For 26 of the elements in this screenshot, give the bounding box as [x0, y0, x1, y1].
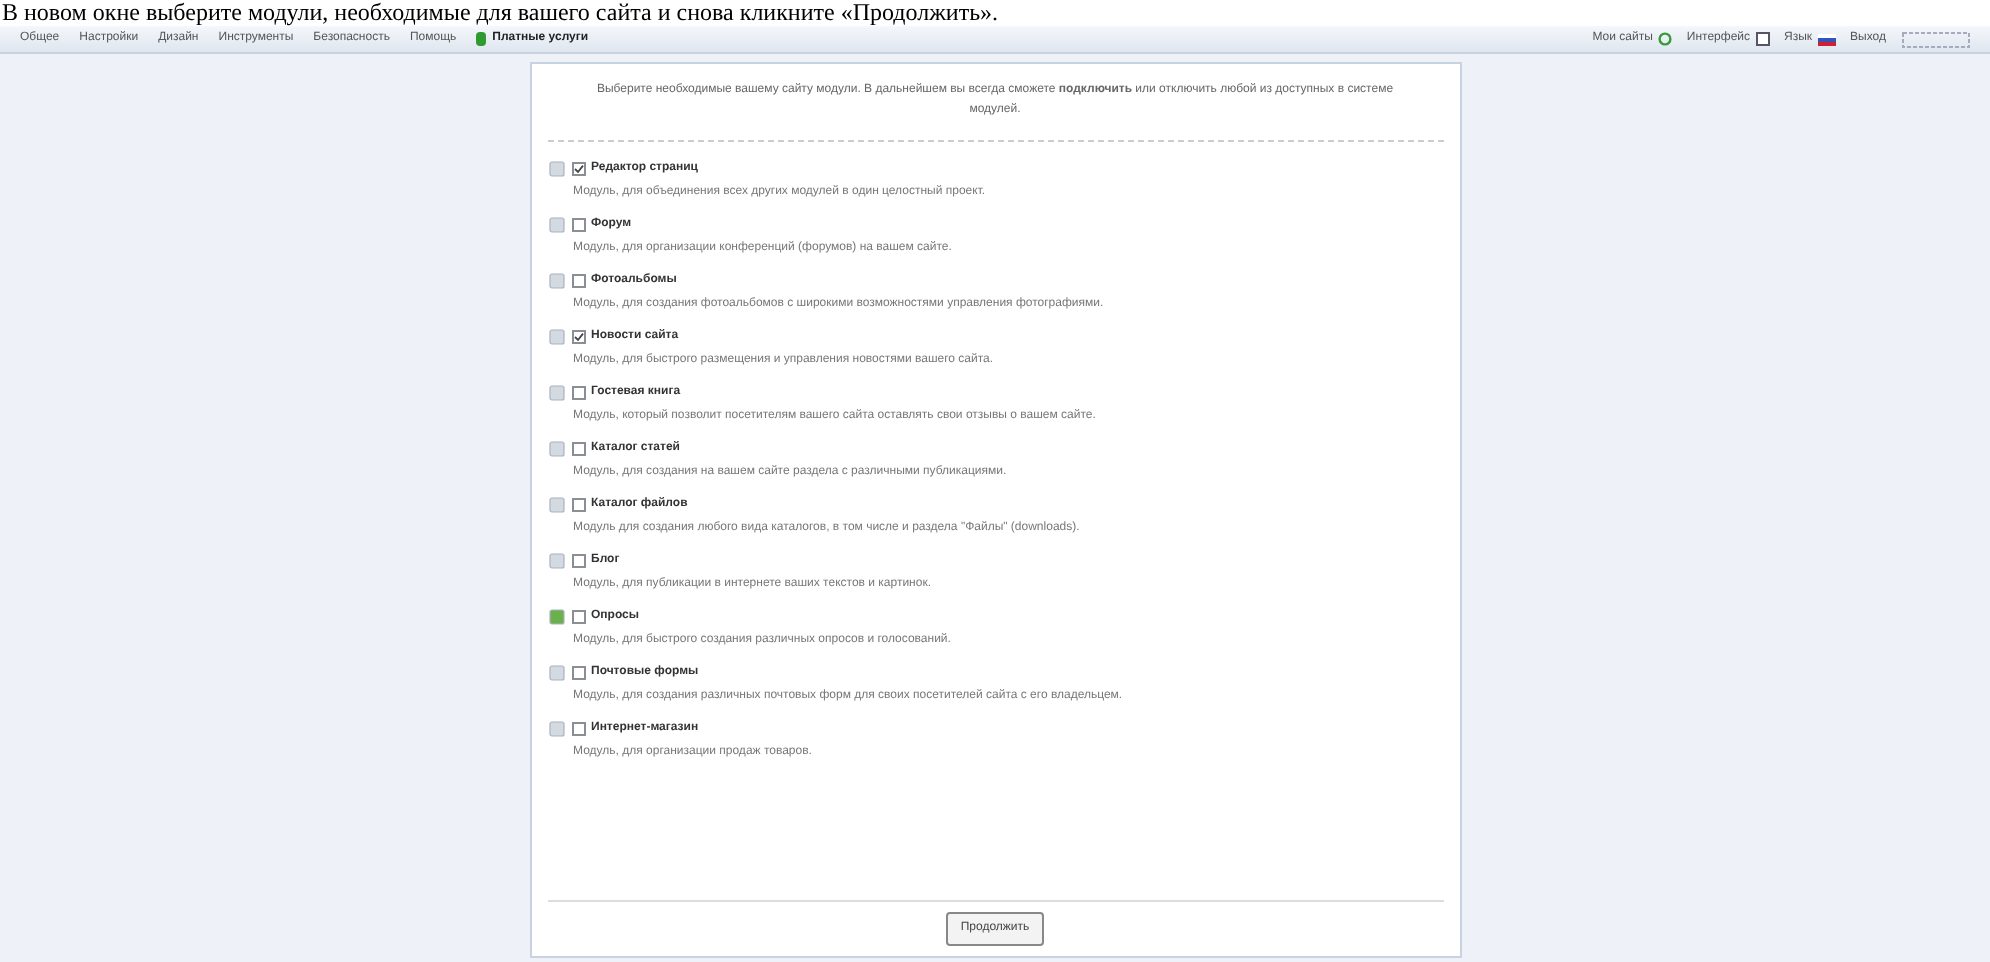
module-icon — [547, 384, 565, 402]
module-icon — [547, 496, 565, 514]
module-icon — [547, 720, 565, 738]
module-checkbox[interactable] — [571, 386, 585, 400]
window-icon — [1756, 32, 1771, 46]
module-checkbox[interactable] — [571, 274, 585, 288]
module-checkbox[interactable] — [571, 330, 585, 344]
module-checkbox[interactable] — [571, 498, 585, 512]
module-icon — [547, 272, 565, 290]
module-checkbox[interactable] — [571, 610, 585, 624]
module-icon — [547, 608, 565, 626]
module-icon — [547, 160, 565, 178]
module-icon — [547, 552, 565, 570]
module-checkbox[interactable] — [571, 162, 585, 176]
module-icon — [547, 216, 565, 234]
toolbar-handle-icon[interactable] — [1902, 31, 1970, 47]
module-icon — [547, 328, 565, 346]
module-checkbox[interactable] — [571, 218, 585, 232]
module-checkbox[interactable] — [571, 722, 585, 736]
flag-icon — [1818, 33, 1837, 45]
module-icon — [547, 664, 565, 682]
module-icon — [547, 440, 565, 458]
caption-text: В новом окне выберите модули, необходимые для вашего сайта и снова кликните «Продолжить». — [0, 0, 999, 26]
module-checkbox[interactable] — [571, 442, 585, 456]
module-checkbox[interactable] — [571, 554, 585, 568]
module-checkbox[interactable] — [571, 666, 585, 680]
